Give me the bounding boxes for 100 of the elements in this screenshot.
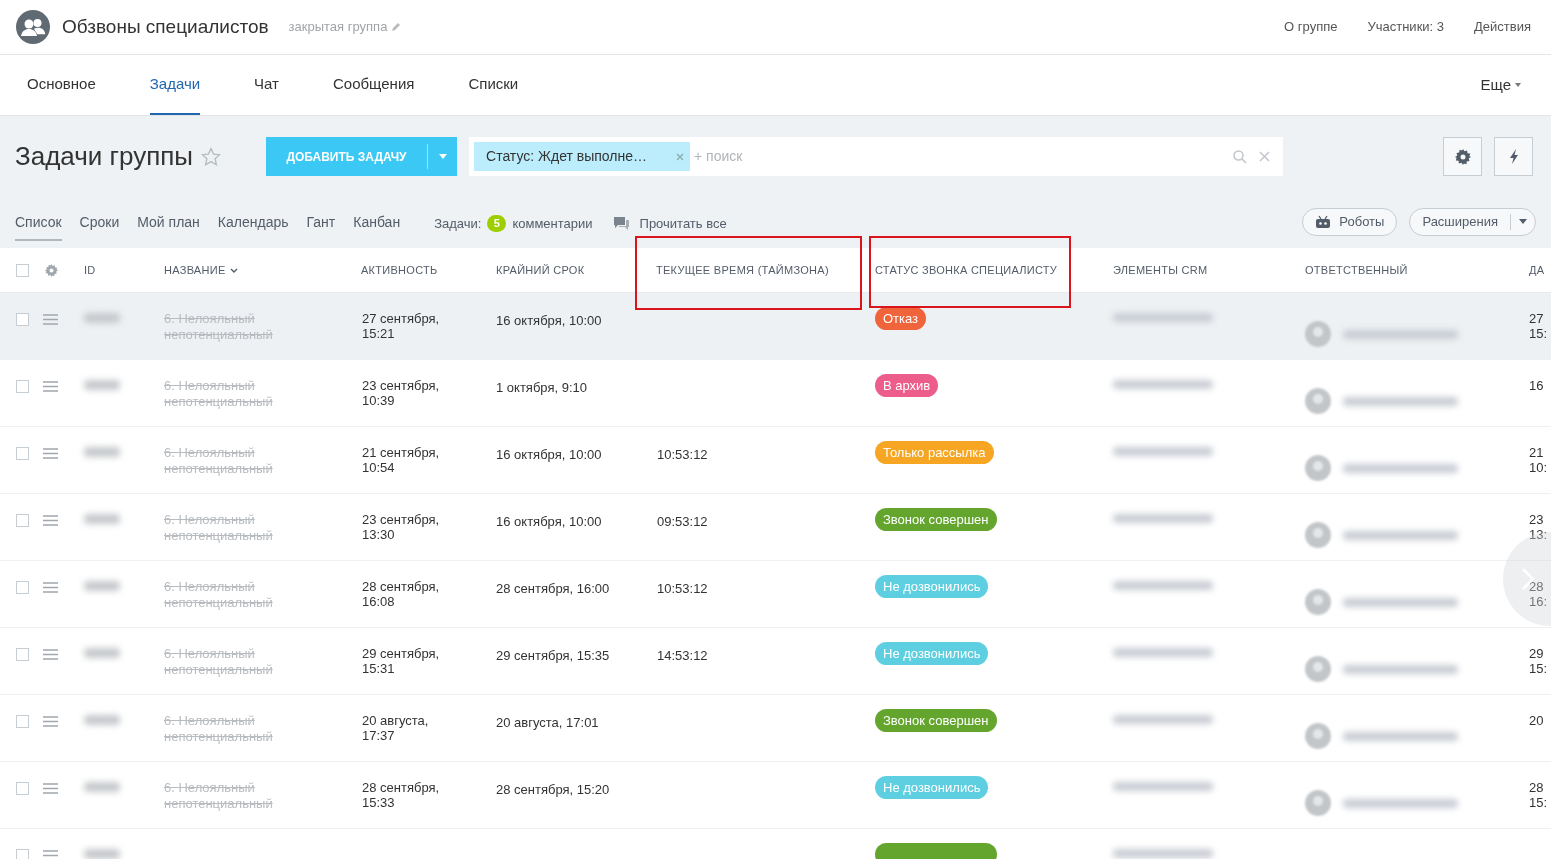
row-checkbox[interactable]	[16, 849, 29, 859]
caret-icon	[1515, 83, 1521, 87]
select-all-checkbox[interactable]	[16, 263, 29, 277]
header-link[interactable]: О группе	[1284, 17, 1338, 37]
column-header[interactable]: АКТИВНОСТЬ	[361, 261, 438, 279]
filter-chip[interactable]: Статус: Ждет выполне…	[474, 142, 690, 171]
status-badge: В архив	[875, 374, 939, 397]
nav-tab[interactable]: Основное	[27, 55, 96, 115]
view-tab[interactable]: Мой план	[137, 206, 200, 241]
avatar-icon	[1305, 321, 1331, 347]
column-header[interactable]: ТЕКУЩЕЕ ВРЕМЯ (ТАЙМЗОНА)	[656, 261, 829, 279]
menu-icon[interactable]	[43, 783, 58, 794]
date-text: 15:	[1529, 661, 1549, 676]
column-header[interactable]: ID	[84, 261, 96, 279]
page-title: Задачи группы	[15, 140, 193, 173]
deadline-date: 20 августа, 17:01	[496, 715, 599, 730]
nav-tab[interactable]: Сообщения	[333, 55, 415, 115]
row-checkbox[interactable]	[16, 782, 29, 795]
extensions-button[interactable]: Расширения	[1409, 207, 1536, 236]
column-header[interactable]: ОТВЕТСТВЕННЫЙ	[1305, 261, 1408, 279]
column-header[interactable]: СТАТУС ЗВОНКА СПЕЦИАЛИСТУ	[875, 261, 1058, 279]
view-tab[interactable]: Канбан	[353, 206, 401, 241]
search-icon[interactable]	[1233, 149, 1247, 164]
status-badge: Только рассылка	[875, 441, 994, 464]
deadline-date: 16 октября, 10:00	[496, 447, 602, 462]
view-tab[interactable]: Сроки	[79, 206, 120, 241]
nav-tab[interactable]: Чат	[254, 55, 279, 115]
activity-date: 23 сентября,	[362, 512, 441, 527]
current-time: 09:53:12	[657, 514, 708, 529]
menu-icon[interactable]	[43, 850, 58, 859]
automation-button[interactable]	[1494, 137, 1533, 176]
current-time: 10:53:12	[657, 447, 708, 462]
menu-icon[interactable]	[43, 314, 58, 325]
group-icon	[16, 10, 50, 44]
activity-date: 28 сентября,	[362, 579, 441, 594]
menu-icon[interactable]	[43, 716, 58, 727]
more-tab[interactable]: Еще	[1480, 55, 1521, 115]
settings-button[interactable]	[1443, 137, 1482, 176]
row-checkbox[interactable]	[16, 380, 29, 393]
lightning-icon	[1508, 149, 1519, 164]
column-header[interactable]: ДА	[1529, 261, 1545, 279]
column-header[interactable]: КРАЙНИЙ СРОК	[496, 261, 585, 279]
menu-icon[interactable]	[43, 515, 58, 526]
avatar-icon	[1305, 790, 1331, 816]
close-icon[interactable]	[676, 152, 684, 161]
date-text: 16	[1529, 378, 1545, 393]
search-field[interactable]: Статус: Ждет выполне… + поиск	[469, 137, 1283, 176]
header-link[interactable]: Участники: 3	[1367, 17, 1445, 37]
redacted-text	[84, 313, 120, 323]
row-checkbox[interactable]	[16, 715, 29, 728]
date-text: 10:	[1529, 460, 1549, 475]
caret-icon	[438, 154, 447, 159]
deadline-date: 16 октября, 10:00	[496, 514, 602, 529]
current-time: 10:53:12	[657, 581, 708, 596]
menu-icon[interactable]	[43, 649, 58, 660]
redacted-text	[84, 715, 120, 725]
activity-date: 20 августа,	[362, 713, 430, 728]
avatar-icon	[1305, 723, 1331, 749]
nav-tab[interactable]: Списки	[468, 55, 519, 115]
row-checkbox[interactable]	[16, 514, 29, 527]
star-icon[interactable]	[201, 147, 221, 166]
row-checkbox[interactable]	[16, 447, 29, 460]
search-input[interactable]: + поиск	[694, 146, 1233, 167]
chevron-down-icon	[229, 267, 238, 273]
date-text: 15:	[1529, 795, 1549, 810]
row-checkbox[interactable]	[16, 313, 29, 326]
menu-icon[interactable]	[43, 381, 58, 392]
view-tab[interactable]: Гант	[306, 206, 336, 241]
counter-label: Задачи:	[434, 214, 482, 233]
avatar-icon	[1305, 522, 1331, 548]
row-checkbox[interactable]	[16, 581, 29, 594]
robots-button[interactable]: Роботы	[1302, 207, 1398, 236]
read-all-link[interactable]: Прочитать все	[612, 213, 727, 234]
activity-date: 29 сентября,	[362, 646, 441, 661]
clear-icon[interactable]	[1259, 151, 1270, 162]
view-tab[interactable]: Календарь	[217, 206, 289, 241]
deadline-date: 29 сентября, 15:35	[496, 648, 610, 663]
header-link[interactable]: Действия	[1474, 17, 1531, 37]
activity-date: 16:08	[362, 594, 396, 609]
row-checkbox[interactable]	[16, 648, 29, 661]
avatar-icon	[1305, 656, 1331, 682]
pencil-icon[interactable]	[391, 22, 402, 32]
view-tab[interactable]: Список	[15, 206, 62, 241]
redacted-text	[84, 447, 120, 457]
date-text: 20	[1529, 713, 1545, 728]
redacted-text	[84, 380, 120, 390]
settings-icon[interactable]	[45, 263, 58, 277]
menu-icon[interactable]	[43, 582, 58, 593]
column-header[interactable]: НАЗВАНИЕ	[164, 261, 226, 279]
group-title: Обзвоны специалистов	[62, 14, 269, 39]
column-header[interactable]: ЭЛЕМЕНТЫ CRM	[1113, 261, 1208, 279]
chat-icon	[612, 216, 630, 231]
status-badge: Отказ	[875, 307, 927, 330]
group-type: закрытая группа	[288, 18, 388, 37]
menu-icon[interactable]	[43, 448, 58, 459]
status-badge: Звонок совершен	[875, 709, 997, 732]
deadline-date: 1 октября, 9:10	[496, 380, 587, 395]
nav-tab[interactable]: Задачи	[149, 55, 201, 115]
avatar-icon	[1305, 455, 1331, 481]
redacted-text	[84, 514, 120, 524]
